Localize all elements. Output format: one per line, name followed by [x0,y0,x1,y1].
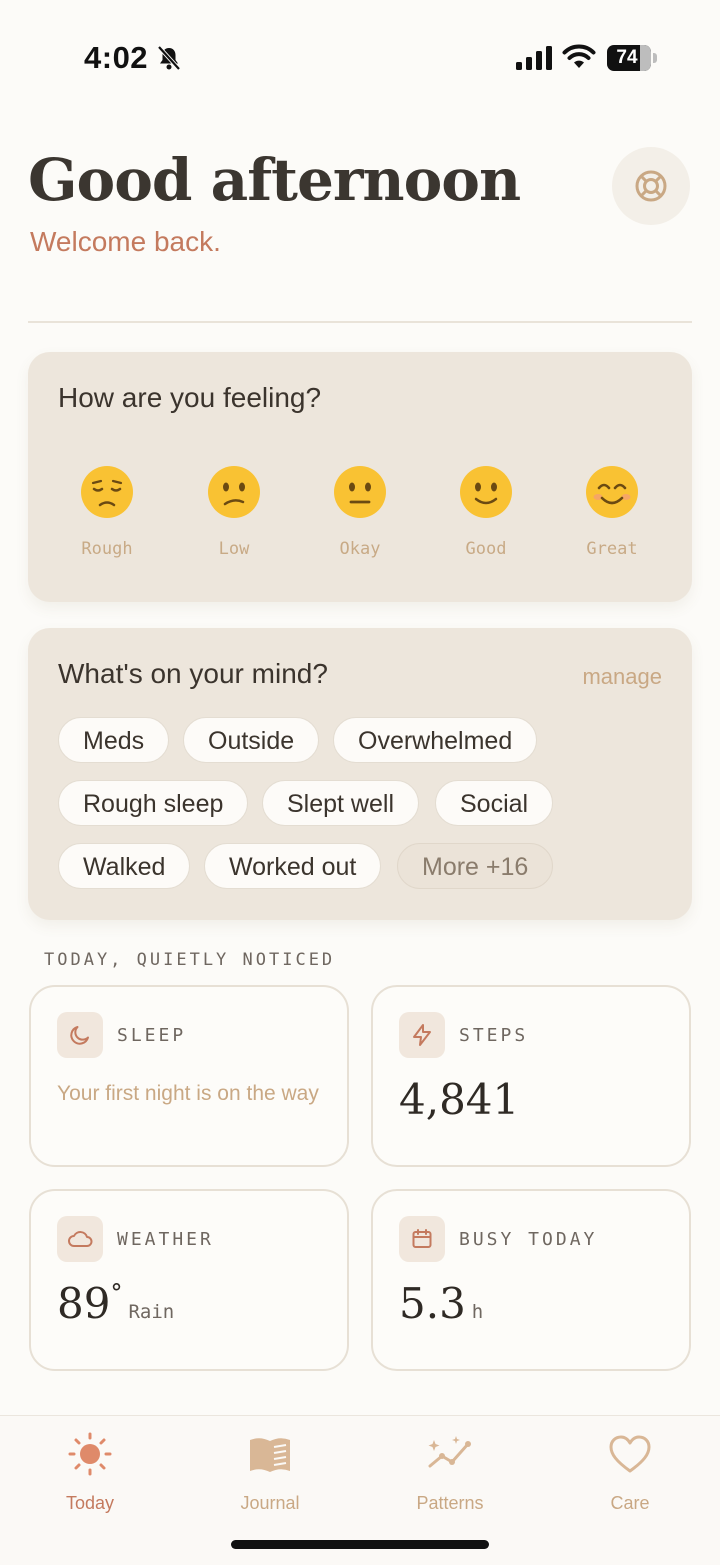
mood-option-rough[interactable]: Rough [52,464,162,559]
page-title: Good afternoon [28,146,521,214]
mood-option-okay[interactable]: Okay [305,464,415,559]
weather-tile[interactable]: WEATHER 89°Rain [29,1189,349,1371]
nav-label-care: Care [610,1493,650,1513]
bolt-icon [413,1024,431,1046]
steps-label: STEPS [459,1025,529,1046]
mood-option-great[interactable]: Great [557,464,667,559]
confused-face-icon [208,466,260,518]
status-time: 4:02 [84,40,149,75]
mood-card: How are you feeling? Rough Low Okay Good… [28,352,692,602]
cloud-icon [68,1231,93,1247]
nav-label-today: Today [65,1493,115,1513]
mind-card-title: What's on your mind? [58,658,328,689]
tag-chip-walked[interactable]: Walked [58,843,191,889]
page-subtitle: Welcome back. [30,226,221,257]
sleep-label: SLEEP [117,1025,187,1046]
steps-value: 4,841 [399,1075,520,1124]
tag-chip-outside[interactable]: Outside [183,717,320,763]
busy-value: 5.3 h [399,1279,483,1328]
weather-condition: Rain [128,1301,175,1323]
battery-indicator: 74 [607,45,657,71]
nav-item-care[interactable]: Care [560,1432,700,1514]
mood-label: Rough [81,539,133,559]
neutral-face-icon [334,466,386,518]
lifebuoy-icon [635,170,667,202]
help-button[interactable] [612,147,690,225]
mind-card: What's on your mind? manage Meds Outside… [28,628,692,920]
home-indicator[interactable] [231,1540,489,1549]
mood-option-low[interactable]: Low [179,464,289,559]
manage-tags-link[interactable]: manage [582,664,662,690]
mood-label: Okay [339,539,381,559]
tag-chip-social[interactable]: Social [435,780,554,826]
busy-unit: h [471,1301,484,1323]
nav-label-patterns: Patterns [416,1493,484,1513]
mood-option-good[interactable]: Good [431,464,541,559]
busy-label: BUSY TODAY [459,1229,598,1250]
more-tags-button[interactable]: More +16 [397,843,554,889]
sleep-note: Your first night is on the way [57,1082,319,1105]
book-icon [250,1438,290,1472]
sleep-tile[interactable]: SLEEP Your first night is on the way [29,985,349,1167]
wifi-icon [562,44,596,68]
cellular-signal-icon [516,46,552,70]
mood-label: Low [218,539,250,559]
weather-value: 89°Rain [57,1279,174,1328]
calendar-icon [412,1229,432,1248]
sun-icon [68,1432,112,1476]
nav-item-today[interactable]: Today [20,1432,160,1514]
heart-icon [609,1435,651,1473]
temperature: 89 [57,1279,111,1328]
busy-today-tile[interactable]: BUSY TODAY 5.3 h [371,1189,691,1371]
degree-symbol: ° [110,1279,123,1307]
slightly-smiling-face-icon [460,466,512,518]
pensive-face-icon [81,466,133,518]
header-divider [28,321,692,323]
status-bar: 4:02 74 [0,0,720,110]
tag-chip-rough-sleep[interactable]: Rough sleep [58,780,249,826]
smiling-face-with-smiling-eyes-icon [586,466,638,518]
busy-hours: 5.3 [399,1279,466,1328]
mood-label: Good [465,539,507,559]
weather-label: WEATHER [117,1229,214,1250]
tag-chip-slept-well[interactable]: Slept well [262,780,419,826]
steps-tile[interactable]: STEPS 4,841 [371,985,691,1167]
tag-chip-worked-out[interactable]: Worked out [204,843,382,889]
bell-off-icon [157,45,181,71]
nav-item-patterns[interactable]: Patterns [380,1432,520,1514]
section-label: TODAY, QUIETLY NOTICED [44,950,336,970]
sparkle-chart-icon [428,1436,471,1468]
battery-level: 74 [616,47,638,68]
mood-label: Great [586,539,638,559]
nav-label-journal: Journal [240,1493,300,1513]
tag-chip-meds[interactable]: Meds [58,717,170,763]
mood-card-title: How are you feeling? [58,382,322,413]
tag-chip-overwhelmed[interactable]: Overwhelmed [333,717,538,763]
moon-icon [70,1026,89,1045]
nav-item-journal[interactable]: Journal [200,1432,340,1514]
